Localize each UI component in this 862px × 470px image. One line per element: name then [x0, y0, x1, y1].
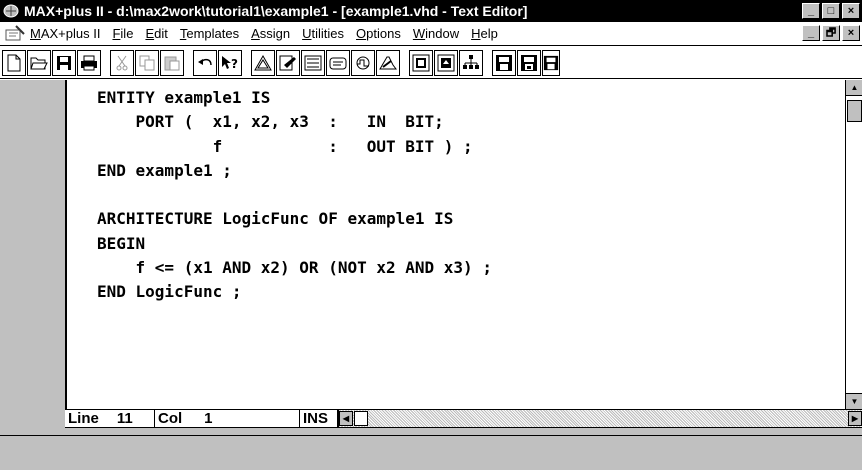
symbol-editor-icon[interactable] [301, 49, 325, 76]
menu-window-rest: indow [425, 26, 460, 41]
document-system-menu-icon[interactable] [4, 24, 26, 44]
menu-help[interactable]: Help [471, 26, 498, 41]
scroll-left-icon[interactable]: ◀ [339, 411, 353, 426]
menu-window[interactable]: Window [413, 26, 459, 41]
text-editor-icon[interactable] [326, 49, 350, 76]
col-label: Col [158, 410, 183, 427]
vertical-scrollbar[interactable]: ▲ ▼ [845, 80, 862, 409]
code-line: PORT ( x1, x2, x3 : IN BIT; [97, 112, 444, 132]
close-button[interactable]: × [842, 3, 860, 19]
paste-icon[interactable] [160, 49, 184, 76]
code-line: ENTITY example1 IS [97, 88, 271, 107]
scroll-down-icon[interactable]: ▼ [846, 393, 862, 409]
open-icon[interactable] [27, 49, 51, 76]
menu-templates[interactable]: Templates [180, 26, 239, 41]
compiler-icon[interactable] [409, 49, 433, 76]
doc-close-button[interactable]: × [842, 25, 860, 41]
window-title: MAX+plus II - d:\max2work\tutorial1\exam… [24, 3, 528, 19]
menu-maxplus[interactable]: MAX+plus II [30, 26, 100, 41]
context-help-icon[interactable]: ? [218, 49, 242, 76]
insert-mode-indicator[interactable]: INS [300, 410, 338, 427]
menu-options-rest: ptions [366, 26, 401, 41]
code-line: f <= (x1 AND x2) OR (NOT x2 AND x3) ; [97, 258, 492, 278]
menu-options[interactable]: Options [356, 26, 401, 41]
col-indicator: Col 1 [155, 410, 300, 427]
new-icon[interactable] [2, 49, 26, 76]
code-line: END LogicFunc ; [97, 282, 242, 302]
save-compile-icon[interactable] [517, 49, 541, 76]
minimize-button[interactable]: _ [802, 3, 820, 19]
waveform-editor-icon[interactable] [351, 49, 375, 76]
menu-file-rest: ile [120, 26, 134, 41]
save-check-icon[interactable] [492, 49, 516, 76]
code-line: END example1 ; [97, 160, 232, 180]
undo-icon[interactable] [193, 49, 217, 76]
save-icon[interactable] [52, 49, 76, 76]
editor-status-row: Line 11 Col 1 INS ◀ ▶ [65, 409, 862, 428]
floorplan-editor-icon[interactable] [376, 49, 400, 76]
col-value: 1 [204, 410, 213, 427]
menu-utilities[interactable]: Utilities [302, 26, 344, 41]
menu-bar: MAX+plus II File Edit Templates Assign U… [0, 22, 862, 46]
graphic-editor-icon[interactable] [276, 49, 300, 76]
editor-area: ENTITY example1 IS PORT ( x1, x2, x3 : I… [0, 80, 862, 435]
horizontal-scrollbar[interactable]: ◀ ▶ [338, 410, 862, 427]
menu-edit[interactable]: Edit [145, 26, 167, 41]
doc-restore-button[interactable]: 🗗 [822, 25, 840, 41]
scroll-right-icon[interactable]: ▶ [848, 411, 862, 426]
maximize-button[interactable]: □ [822, 3, 840, 19]
line-value: 11 [116, 410, 133, 427]
copy-icon[interactable] [135, 49, 159, 76]
hierarchy-icon[interactable] [251, 49, 275, 76]
code-line: BEGIN [97, 233, 146, 253]
menu-assign-rest: ssign [259, 26, 291, 41]
code-line: f : OUT BIT ) ; [97, 136, 473, 156]
simulator-icon[interactable] [434, 49, 458, 76]
status-bar [0, 435, 862, 470]
print-icon[interactable] [77, 49, 101, 76]
menu-templates-rest: emplates [186, 26, 240, 41]
horizontal-scroll-thumb[interactable] [354, 411, 368, 426]
save-simulate-icon[interactable] [542, 49, 560, 76]
line-label: Line [68, 410, 99, 427]
doc-minimize-button[interactable]: _ [802, 25, 820, 41]
cut-icon[interactable] [110, 49, 134, 76]
code-line: ARCHITECTURE LogicFunc OF example1 IS [97, 209, 454, 229]
menu-help-rest: elp [480, 26, 498, 41]
scroll-up-icon[interactable]: ▲ [846, 80, 862, 96]
title-bar: MAX+plus II - d:\max2work\tutorial1\exam… [0, 0, 862, 22]
svg-text:?: ? [231, 57, 238, 71]
menu-file[interactable]: File [112, 26, 133, 41]
menu-assign[interactable]: Assign [251, 26, 290, 41]
line-indicator: Line 11 [65, 410, 155, 427]
maxplus-app-icon[interactable] [2, 3, 20, 19]
timing-analyzer-icon[interactable] [459, 49, 483, 76]
text-editor[interactable]: ENTITY example1 IS PORT ( x1, x2, x3 : I… [65, 80, 845, 409]
menu-edit-rest: dit [154, 26, 168, 41]
scroll-thumb[interactable] [847, 100, 862, 122]
menu-maxplus-rest: AX+plus II [40, 26, 101, 41]
toolbar: ? [0, 47, 862, 79]
menu-utilities-rest: tilities [311, 26, 345, 41]
